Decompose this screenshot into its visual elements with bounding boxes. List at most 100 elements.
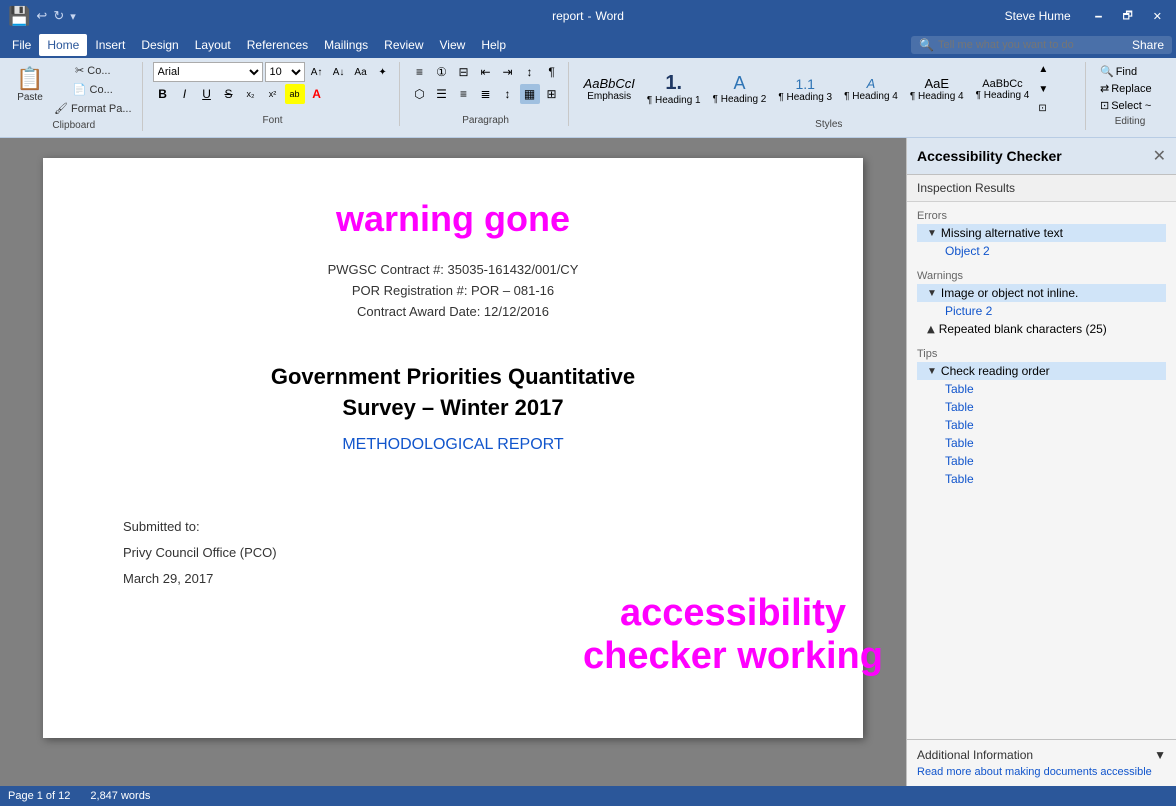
highlight-btn[interactable]: ab [285,84,305,104]
menu-design[interactable]: Design [133,34,186,56]
grow-font-btn[interactable]: A↑ [307,62,327,82]
tip-table-1[interactable]: Table [917,380,1166,398]
menu-home[interactable]: Home [39,34,87,56]
align-left-btn[interactable]: ⬡ [410,84,430,104]
outdent-btn[interactable]: ⇤ [476,62,496,82]
styles-scroll-down[interactable]: ▼ [1038,84,1048,95]
style-heading4[interactable]: A ¶ Heading 4 [839,64,903,114]
style-heading2[interactable]: A ¶ Heading 2 [708,64,772,114]
menu-view[interactable]: View [432,34,474,56]
copy-btn[interactable]: 📄 Co... [50,81,136,98]
user-name: Steve Hume [1005,9,1071,23]
clear-format-btn[interactable]: ✦ [373,62,393,82]
replace-btn[interactable]: ⇄ Replace [1096,81,1156,96]
errors-heading: Errors [917,206,1166,224]
style-heading1[interactable]: 1. ¶ Heading 1 [642,64,706,114]
cut-btn[interactable]: ✂ Co... [50,62,136,79]
font-size-select[interactable]: 10 [265,62,305,82]
error-label: Missing alternative text [941,226,1063,240]
menu-insert[interactable]: Insert [87,34,133,56]
tip-table-5[interactable]: Table [917,452,1166,470]
warning-picture2[interactable]: Picture 2 [917,302,1166,320]
additional-info-collapse[interactable]: ▼ [1154,748,1166,762]
redo-btn[interactable]: ↻ [53,8,64,24]
editing-controls: 🔍 Find ⇄ Replace ⊡ Select ~ [1096,62,1156,113]
doc-subtitle: METHODOLOGICAL REPORT [123,436,783,454]
style-aabbcc[interactable]: AaBbCc ¶ Heading 4 [971,64,1035,114]
ribbon-clipboard: 📋 Paste ✂ Co... 📄 Co... 🖌 Format Pa... C… [6,62,143,131]
undo-btn[interactable]: ↩ [36,8,47,24]
shading-btn[interactable]: ▦ [520,84,540,104]
font-format-row: B I U S x₂ x² ab A [153,84,393,104]
font-family-select[interactable]: Arial [153,62,263,82]
tip-table-3[interactable]: Table [917,416,1166,434]
multilevel-btn[interactable]: ⊟ [454,62,474,82]
tip-reading-order[interactable]: ▼ Check reading order [917,362,1166,380]
contract-info: PWGSC Contract #: 35035-161432/001/CY PO… [123,260,783,322]
error-missing-alt-text[interactable]: ▼ Missing alternative text [917,224,1166,242]
tip-table-2[interactable]: Table [917,398,1166,416]
title-minimize[interactable]: 🗕 [1089,5,1109,28]
title-sep: - [587,9,591,23]
subscript-btn[interactable]: x₂ [241,84,261,104]
bold-btn[interactable]: B [153,84,173,104]
align-right-btn[interactable]: ≡ [454,84,474,104]
format-painter-btn[interactable]: 🖌 Format Pa... [50,100,136,117]
style-heading3[interactable]: 1.1 ¶ Heading 3 [773,64,837,114]
search-input[interactable] [938,39,1118,51]
indent-btn[interactable]: ⇥ [498,62,518,82]
additional-info-header[interactable]: Additional Information ▼ [917,748,1166,762]
warning-label-1: Image or object not inline. [941,286,1078,300]
underline-btn[interactable]: U [197,84,217,104]
font-label: Font [147,115,399,126]
menu-help[interactable]: Help [473,34,514,56]
checker-panel-close[interactable]: ✕ [1153,146,1166,166]
org-name: Privy Council Office (PCO) [123,540,783,566]
select-btn[interactable]: ⊡ Select ~ [1096,98,1156,113]
style-emphasis[interactable]: AaBbCcI Emphasis [579,64,640,114]
error-object2[interactable]: Object 2 [917,242,1166,260]
find-btn[interactable]: 🔍 Find [1096,64,1156,79]
menu-references[interactable]: References [239,34,316,56]
paste-btn[interactable]: 📋 Paste [12,62,48,106]
menu-review[interactable]: Review [376,34,431,56]
borders-btn[interactable]: ⊞ [542,84,562,104]
ribbon-editing: 🔍 Find ⇄ Replace ⊡ Select ~ Editing [1090,62,1170,127]
change-case-btn[interactable]: Aa [351,62,371,82]
warning-not-inline[interactable]: ▼ Image or object not inline. [917,284,1166,302]
italic-btn[interactable]: I [175,84,195,104]
warnings-section: Warnings ▼ Image or object not inline. P… [907,262,1176,340]
strikethrough-btn[interactable]: S [219,84,239,104]
show-hide-btn[interactable]: ¶ [542,62,562,82]
title-close[interactable]: ✕ [1147,8,1168,25]
additional-info-label: Additional Information [917,748,1033,762]
customize-btn[interactable]: ▾ [70,10,76,23]
sort-btn[interactable]: ↕ [520,62,540,82]
doc-name: report [552,9,583,23]
tip-table-6[interactable]: Table [917,470,1166,488]
accessibility-link[interactable]: Read more about making documents accessi… [917,766,1166,778]
tip-table-4[interactable]: Table [917,434,1166,452]
style-normal[interactable]: AaE ¶ Heading 4 [905,64,969,114]
paragraph-row1: ≡ ① ⊟ ⇤ ⇥ ↕ ¶ [410,62,562,82]
justify-btn[interactable]: ≣ [476,84,496,104]
share-btn[interactable]: Share [1132,38,1164,52]
align-center-btn[interactable]: ☰ [432,84,452,104]
styles-expand[interactable]: ⊡ [1038,103,1048,114]
styles-scroll-up[interactable]: ▲ [1038,64,1048,75]
superscript-btn[interactable]: x² [263,84,283,104]
warning-blank-chars[interactable]: ▶ Repeated blank characters (25) [917,320,1166,338]
shrink-font-btn[interactable]: A↓ [329,62,349,82]
title-maximize[interactable]: 🗗 [1116,5,1138,28]
bullets-btn[interactable]: ≡ [410,62,430,82]
menu-mailings[interactable]: Mailings [316,34,376,56]
font-color-btn[interactable]: A [307,84,327,104]
menu-file[interactable]: File [4,34,39,56]
line-spacing-btn[interactable]: ↕ [498,84,518,104]
clipboard-label: Clipboard [6,120,142,131]
contract-line3: Contract Award Date: 12/12/2016 [123,302,783,323]
replace-label: Replace [1111,83,1151,95]
numbering-btn[interactable]: ① [432,62,452,82]
doc-page: warning gone PWGSC Contract #: 35035-161… [43,158,863,738]
menu-layout[interactable]: Layout [187,34,239,56]
